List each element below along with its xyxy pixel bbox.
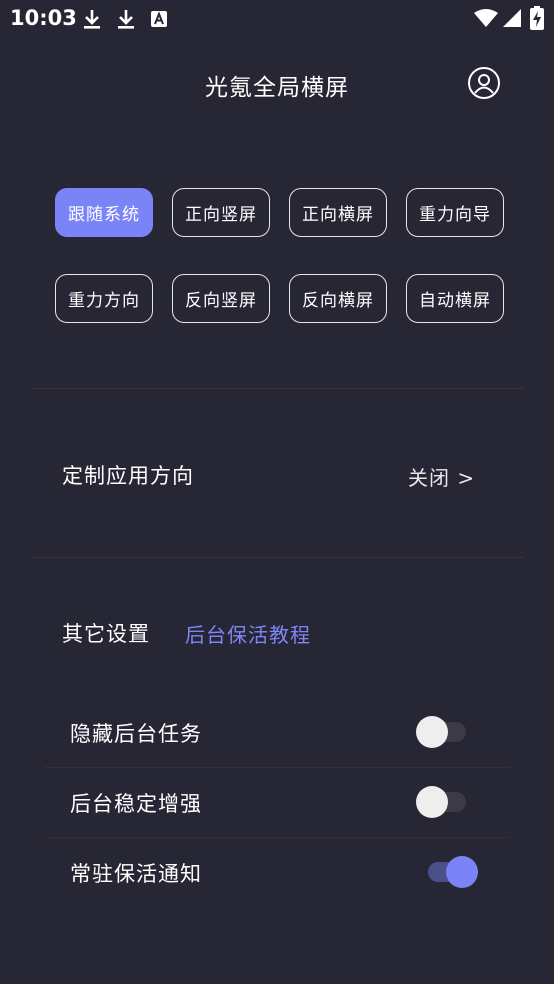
orientation-button-label: 反向横屏 — [302, 291, 374, 311]
hide-background-task-switch[interactable] — [416, 716, 470, 748]
custom-orientation-row[interactable]: 定制应用方向 关闭 > — [32, 440, 524, 510]
app-header: 光氪全局横屏 — [0, 56, 554, 112]
orientation-portrait-button[interactable]: 正向竖屏 — [172, 188, 270, 237]
download-icon — [118, 10, 134, 29]
custom-orientation-label: 定制应用方向 — [62, 464, 194, 488]
orientation-auto-landscape-button[interactable]: 自动横屏 — [406, 274, 504, 323]
user-circle-icon — [474, 74, 494, 94]
orientation-reverse-portrait-button[interactable]: 反向竖屏 — [172, 274, 270, 323]
other-settings-title: 其它设置 — [62, 622, 150, 646]
orientation-button-label: 重力方向 — [68, 291, 140, 311]
signal-icon — [503, 9, 521, 27]
orientation-button-label: 跟随系统 — [68, 205, 140, 225]
setting-row-background-stability: 后台稳定增强 — [0, 770, 554, 836]
download-icon — [84, 10, 100, 29]
status-time: 10:03 — [10, 6, 77, 30]
font-a-icon — [151, 11, 167, 27]
orientation-landscape-button[interactable]: 正向横屏 — [289, 188, 387, 237]
battery-charging-icon — [530, 6, 544, 30]
orientation-reverse-landscape-button[interactable]: 反向横屏 — [289, 274, 387, 323]
setting-label: 隐藏后台任务 — [70, 722, 202, 746]
orientation-button-label: 反向竖屏 — [185, 291, 257, 311]
orientation-follow-system-button[interactable]: 跟随系统 — [55, 188, 153, 237]
setting-label: 常驻保活通知 — [70, 862, 202, 886]
persistent-notification-switch[interactable] — [426, 856, 480, 888]
orientation-gravity-direction-button[interactable]: 重力方向 — [55, 274, 153, 323]
switch-thumb — [416, 716, 448, 748]
keep-alive-tutorial-link[interactable]: 后台保活教程 — [185, 619, 311, 648]
orientation-button-label: 正向竖屏 — [185, 205, 257, 225]
status-bar: 10:03 — [0, 0, 554, 38]
orientation-button-label: 正向横屏 — [302, 205, 374, 225]
setting-label: 后台稳定增强 — [70, 792, 202, 816]
setting-row-persistent-notification: 常驻保活通知 — [0, 840, 554, 906]
orientation-button-label: 重力向导 — [419, 205, 491, 225]
wifi-icon — [474, 9, 498, 27]
orientation-gravity-guide-button[interactable]: 重力向导 — [406, 188, 504, 237]
switch-thumb — [416, 786, 448, 818]
account-button[interactable] — [468, 67, 500, 99]
setting-row-hide-background-task: 隐藏后台任务 — [0, 700, 554, 766]
setting-divider — [44, 767, 510, 768]
custom-orientation-value: 关闭 > — [408, 466, 476, 490]
orientation-button-label: 自动横屏 — [419, 291, 491, 311]
background-stability-switch[interactable] — [416, 786, 470, 818]
section-divider — [32, 388, 524, 389]
section-divider — [32, 557, 524, 558]
switch-thumb — [446, 856, 478, 888]
setting-divider — [44, 837, 510, 838]
